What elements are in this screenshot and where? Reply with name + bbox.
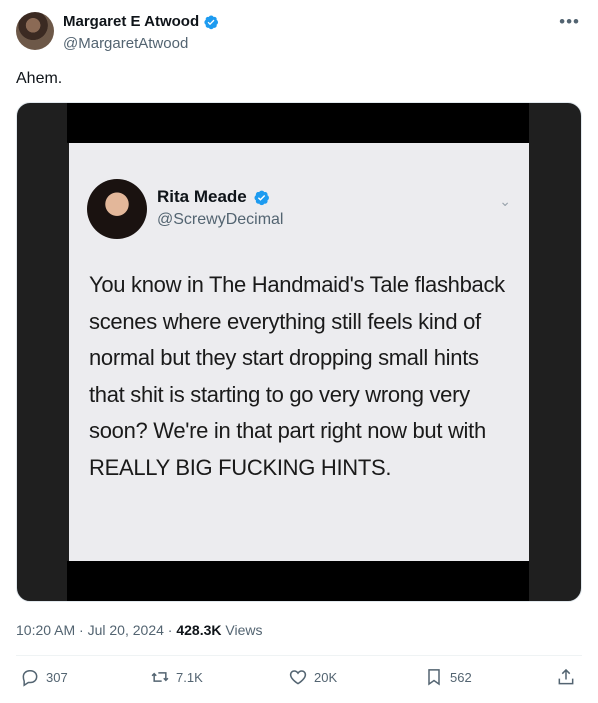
meta-separator: ·	[75, 622, 88, 638]
bookmark-count: 562	[450, 669, 472, 685]
meta-separator-2: ·	[163, 622, 177, 638]
embedded-avatar	[87, 179, 147, 239]
action-bar: 307 7.1K 20K 562	[16, 667, 582, 693]
verified-badge-icon	[204, 15, 219, 29]
embedded-post-screenshot: Rita Meade @ScrewyDecimal ⌄ You know in …	[69, 143, 529, 561]
more-options-icon[interactable]: •••	[559, 12, 580, 32]
reply-icon	[22, 670, 38, 687]
author-handle[interactable]: @MargaretAtwood	[63, 35, 188, 52]
embedded-handle: @ScrewyDecimal	[157, 211, 284, 228]
bookmark-button[interactable]: 562	[424, 667, 472, 687]
bookmark-icon	[428, 669, 440, 686]
media-letterbox-top	[67, 103, 529, 143]
like-count: 20K	[314, 669, 338, 685]
post-text: Ahem.	[16, 70, 63, 87]
divider-top	[16, 655, 582, 656]
author-name[interactable]: Margaret E Atwood	[63, 13, 199, 30]
views-count: 428.3K	[176, 622, 222, 638]
views-label: Views	[221, 622, 263, 638]
reply-count: 307	[46, 669, 68, 685]
author-name-row: Margaret E Atwood	[63, 13, 219, 30]
like-button[interactable]: 20K	[288, 667, 337, 687]
heart-icon	[289, 670, 307, 685]
repost-count: 7.1K	[176, 669, 203, 685]
embedded-verified-icon	[254, 190, 269, 205]
share-icon	[558, 668, 574, 685]
share-button[interactable]	[556, 667, 576, 687]
author-avatar[interactable]	[16, 12, 54, 50]
chevron-down-icon: ⌄	[499, 193, 511, 209]
media-letterbox-bottom	[67, 561, 529, 601]
repost-button[interactable]: 7.1K	[150, 667, 203, 687]
post-media[interactable]: Rita Meade @ScrewyDecimal ⌄ You know in …	[16, 102, 582, 602]
embedded-name-row: Rita Meade	[157, 187, 270, 207]
repost-icon	[151, 672, 169, 682]
post-date[interactable]: Jul 20, 2024	[88, 622, 164, 638]
embedded-name: Rita Meade	[157, 187, 247, 206]
post-time[interactable]: 10:20 AM	[16, 622, 75, 638]
post-meta: 10:20 AM · Jul 20, 2024 · 428.3K Views	[16, 622, 263, 638]
reply-button[interactable]: 307	[20, 667, 68, 687]
embedded-text: You know in The Handmaid's Tale flashbac…	[89, 272, 505, 480]
